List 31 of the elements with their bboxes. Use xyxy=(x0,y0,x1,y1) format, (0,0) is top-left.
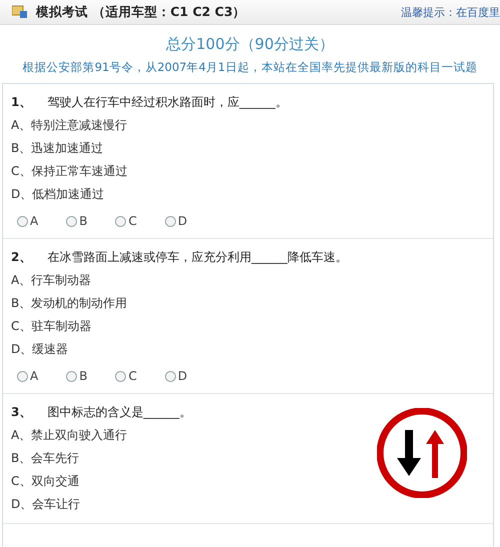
answer-option: B、会车先行 xyxy=(11,449,192,467)
radio-option[interactable]: C xyxy=(115,214,137,228)
question-number: 2、 xyxy=(11,249,32,266)
exam-icon xyxy=(12,5,28,19)
answer-option: C、保持正常车速通过 xyxy=(11,162,288,180)
answer-option: A、禁止双向驶入通行 xyxy=(11,426,192,444)
question-number: 1、 xyxy=(11,94,32,111)
answer-option: D、低档加速通过 xyxy=(11,185,288,203)
question-text: 驾驶人在行车中经过积水路面时，应______。 xyxy=(47,94,288,111)
answer-option: C、驻车制动器 xyxy=(11,317,348,335)
answer-option: D、缓速器 xyxy=(11,340,348,358)
answer-option: A、特别注意减速慢行 xyxy=(11,116,288,134)
answer-option: B、发动机的制动作用 xyxy=(11,294,348,312)
hint-text: 温馨提示：在百度里 xyxy=(401,4,500,20)
score-text: 总分100分（90分过关） xyxy=(165,35,335,54)
radio-option[interactable]: D xyxy=(164,214,188,228)
radio-option[interactable]: B xyxy=(66,369,88,383)
radio-option[interactable]: A xyxy=(17,214,38,228)
answer-option: B、迅速加速通过 xyxy=(11,139,288,157)
answer-option: C、双向交通 xyxy=(11,472,192,490)
radio-option[interactable]: D xyxy=(164,369,188,383)
question-number: 3、 xyxy=(11,404,32,421)
answer-option: D、会车让行 xyxy=(11,495,192,513)
radio-option[interactable]: C xyxy=(115,369,137,383)
answer-option: A、行车制动器 xyxy=(11,271,348,289)
page-title: 模拟考试 （适用车型：C1 C2 C3） xyxy=(36,4,246,20)
question-text: 图中标志的含义是______。 xyxy=(47,404,192,421)
radio-option[interactable]: A xyxy=(17,369,38,383)
radio-option[interactable]: B xyxy=(66,214,88,228)
notice-text: 根据公安部第91号令，从2007年4月1日起，本站在全国率先提供最新版的科目一试题 xyxy=(22,60,478,75)
question-text: 在冰雪路面上减速或停车，应充分利用______降低车速。 xyxy=(47,249,348,266)
